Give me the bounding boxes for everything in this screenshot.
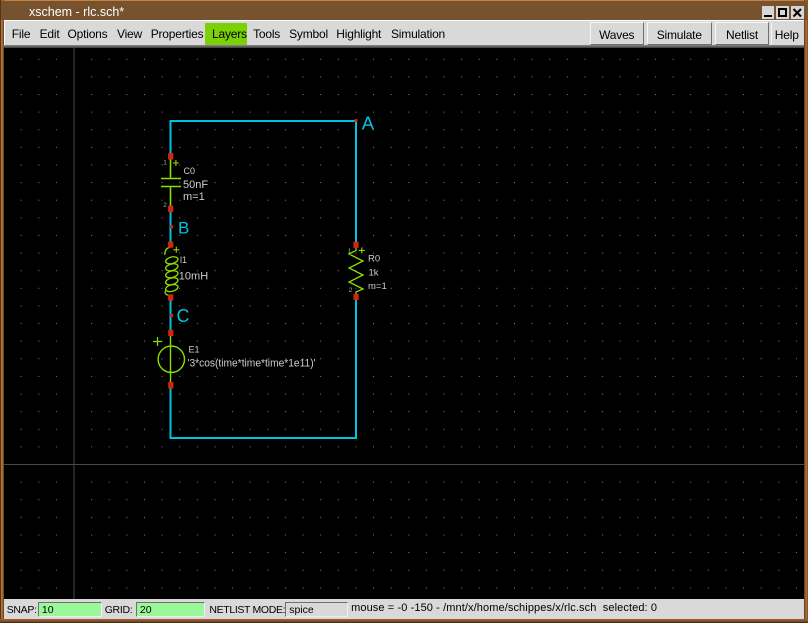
svg-text:R0: R0: [368, 253, 380, 264]
svg-text:2: 2: [163, 202, 167, 209]
svg-text:'3*cos(time*time*time*1e11)': '3*cos(time*time*time*1e11)': [187, 357, 315, 369]
svg-text:C: C: [176, 305, 189, 325]
svg-text:m=1: m=1: [183, 190, 205, 202]
svg-text:2: 2: [348, 287, 352, 294]
svg-text:B: B: [178, 218, 189, 237]
svg-text:10mH: 10mH: [178, 270, 207, 282]
svg-text:C0: C0: [183, 165, 195, 175]
svg-text:m=1: m=1: [368, 281, 387, 292]
svg-text:1: 1: [347, 247, 351, 254]
svg-text:50nF: 50nF: [183, 179, 208, 191]
svg-text:E1: E1: [188, 344, 199, 354]
svg-text:l1: l1: [180, 255, 187, 265]
svg-text:A: A: [361, 112, 374, 133]
svg-text:1k: 1k: [368, 267, 378, 278]
svg-text:1: 1: [163, 159, 167, 166]
